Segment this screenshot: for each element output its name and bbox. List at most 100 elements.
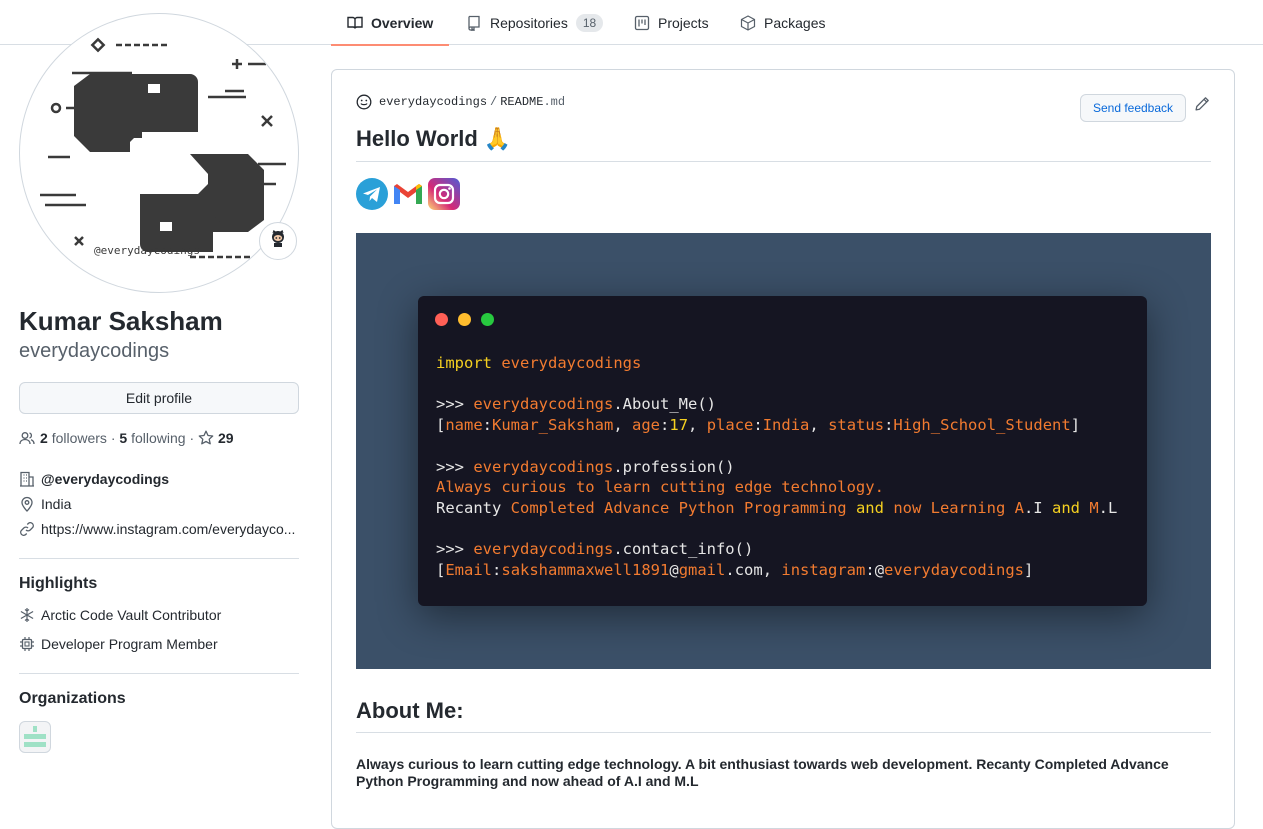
send-feedback-button[interactable]: Send feedback [1080, 94, 1186, 122]
code-token: and [855, 498, 884, 517]
about-heading: About Me: [356, 698, 464, 723]
organizations-title: Organizations [19, 690, 126, 707]
code-token: >>> [436, 395, 464, 414]
code-token: age [632, 416, 661, 435]
telegram-link[interactable] [356, 178, 388, 210]
highlights-title: Highlights [19, 575, 98, 592]
code-token: everydaycodings [473, 540, 614, 559]
maximize-dot [481, 313, 494, 326]
readme-path: everydaycodings / README .md [356, 94, 565, 110]
code-token: everydaycodings [473, 395, 614, 414]
code-token: >>> [436, 540, 464, 559]
code-token: Kumar_Saksham [492, 416, 614, 435]
path-separator: / [490, 95, 498, 109]
gmail-icon [394, 184, 422, 204]
highlight-developer: Developer Program Member [41, 636, 218, 652]
terminal-window: import everydaycodings >>> everydaycodin… [418, 296, 1147, 606]
tab-projects[interactable]: Projects [634, 0, 709, 45]
about-text: Always curious to learn cutting edge tec… [356, 756, 1169, 789]
highlight-arctic: Arctic Code Vault Contributor [41, 607, 222, 623]
followers-link[interactable]: 2 followers [40, 430, 107, 446]
tab-overview[interactable]: Overview [331, 0, 449, 46]
stars-link[interactable]: 29 [198, 430, 234, 446]
code-token: :@ [865, 561, 885, 580]
code-token: everydaycodings [501, 354, 642, 372]
highlight-item: Developer Program Member [19, 636, 218, 652]
code-token: place [706, 416, 754, 435]
profile-username: everydaycodings [19, 340, 170, 362]
followers-count: 2 [40, 430, 48, 446]
code-token: status [828, 416, 885, 435]
minimize-dot [458, 313, 471, 326]
org-logo-icon [24, 726, 46, 747]
sidebar-divider [19, 673, 299, 674]
location-icon [19, 496, 35, 512]
telegram-icon [356, 178, 388, 210]
repo-count-badge: 18 [575, 13, 604, 32]
terminal-banner-image: import everydaycodings >>> everydaycodin… [356, 233, 1211, 669]
avatar[interactable]: @everydaycodings [19, 13, 299, 293]
avatar-caption: @everydaycodings [94, 244, 200, 257]
following-link[interactable]: 5 following [119, 430, 185, 446]
profile-organization: @everydaycodings [19, 471, 169, 487]
followers-label: followers [51, 430, 107, 446]
separator-dot: · [110, 430, 116, 446]
profile-website: https://www.instagram.com/everydayco... [19, 521, 295, 537]
tab-repositories-label: Repositories [490, 14, 568, 31]
organization-link[interactable]: @everydaycodings [41, 471, 169, 487]
snowflake-icon [19, 607, 35, 623]
code-token: .contact_info() [613, 540, 754, 559]
stars-count: 29 [218, 430, 234, 446]
readme-heading: Hello World 🙏 [356, 126, 512, 151]
tab-packages-label: Packages [764, 14, 826, 31]
code-token: India [762, 416, 810, 435]
star-icon [198, 430, 214, 446]
profile-fullname: Kumar Saksham [19, 306, 223, 336]
instagram-link[interactable] [428, 178, 460, 210]
code-token: instagram [781, 561, 866, 580]
profile-location: India [19, 496, 71, 512]
python-logo-image: @everydaycodings [40, 37, 286, 259]
edit-readme-button[interactable] [1194, 96, 1210, 112]
code-token: Completed Advance Python Programming [510, 498, 847, 517]
package-icon [740, 14, 756, 31]
code-token: name [445, 416, 483, 435]
following-label: following [131, 430, 186, 446]
tab-packages[interactable]: Packages [740, 0, 825, 45]
code-token: M [1089, 498, 1099, 517]
code-token: import [436, 354, 492, 372]
pencil-icon [1194, 97, 1210, 116]
tab-projects-label: Projects [658, 14, 709, 31]
code-token: Recanty [436, 498, 502, 517]
code-token: @ [669, 561, 679, 580]
terminal-code: import everydaycodings >>> everydaycodin… [436, 354, 1118, 580]
code-token: >>> [436, 457, 464, 476]
book-icon [347, 15, 363, 31]
code-token: 17 [669, 416, 689, 435]
code-token: everydaycodings [473, 457, 614, 476]
link-icon [19, 521, 35, 537]
website-link[interactable]: https://www.instagram.com/everydayco... [41, 521, 295, 537]
readme-ext: .md [543, 95, 566, 109]
code-token: .About_Me() [613, 395, 716, 414]
set-status-button[interactable] [259, 222, 297, 260]
code-token: gmail [678, 561, 726, 580]
edit-profile-button[interactable]: Edit profile [19, 382, 299, 414]
tab-repositories[interactable]: Repositories 18 [466, 0, 604, 45]
code-token: and [1051, 498, 1080, 517]
readme-owner-link[interactable]: everydaycodings [379, 95, 487, 109]
sidebar-divider [19, 558, 299, 559]
code-token: .com [725, 561, 763, 580]
code-token: now Learning A [893, 498, 1024, 517]
heading-divider [356, 161, 1211, 162]
gmail-link[interactable] [392, 178, 424, 210]
code-token: Email [445, 561, 493, 580]
repo-icon [466, 15, 482, 31]
readme-file: README [500, 95, 544, 109]
octocat-icon [268, 229, 288, 254]
organization-avatar[interactable] [19, 721, 51, 753]
code-token: everydaycodings [884, 561, 1025, 580]
follow-stats: 2 followers · 5 following · 29 [19, 430, 234, 446]
organization-icon [19, 471, 35, 487]
highlight-item: Arctic Code Vault Contributor [19, 607, 221, 623]
